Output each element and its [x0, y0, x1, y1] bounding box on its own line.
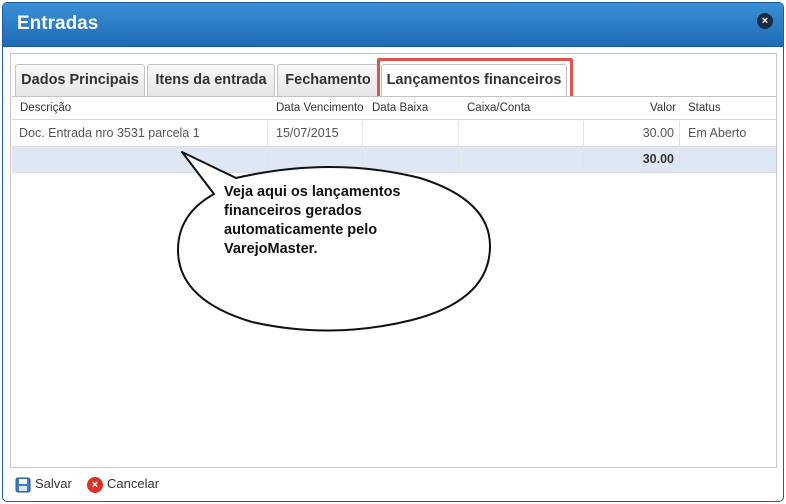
column-header-valor[interactable]: Valor [592, 97, 676, 119]
window-title: Entradas [17, 13, 99, 34]
grid-header: Descrição Data Vencimento Data Baixa Cai… [12, 96, 776, 120]
save-label: Salvar [35, 476, 72, 491]
cell-valor: 30.00 [584, 121, 680, 146]
cell-status: Em Aberto [688, 126, 747, 140]
cell-caixa [459, 121, 584, 146]
column-header-data-vencimento[interactable]: Data Vencimento [276, 97, 368, 119]
tab-fechamento[interactable]: Fechamento [277, 64, 379, 96]
window-titlebar: Entradas × [3, 3, 783, 47]
close-icon[interactable]: × [757, 13, 773, 29]
table-row[interactable]: Doc. Entrada nro 3531 parcela 1 15/07/20… [12, 121, 776, 147]
column-header-status[interactable]: Status [688, 97, 768, 119]
cancel-icon: × [87, 476, 103, 493]
tab-strip: Dados Principais Itens da entrada Fecham… [11, 58, 776, 100]
cancel-button[interactable]: × Cancelar [87, 473, 159, 495]
total-valor: 30.00 [584, 147, 680, 172]
tab-itens-da-entrada[interactable]: Itens da entrada [147, 64, 275, 96]
cancel-label: Cancelar [107, 476, 160, 491]
cell-descricao: Doc. Entrada nro 3531 parcela 1 [12, 121, 268, 146]
cell-baixa [363, 121, 459, 146]
save-button[interactable]: Salvar [15, 473, 72, 495]
callout-text: Veja aqui os lançamentos financeiros ger… [224, 184, 401, 257]
floppy-disk-icon [15, 477, 31, 493]
content-panel: Dados Principais Itens da entrada Fecham… [10, 53, 777, 468]
cell-vencimento: 15/07/2015 [268, 121, 363, 146]
column-header-descricao[interactable]: Descrição [20, 97, 270, 119]
column-header-data-baixa[interactable]: Data Baixa [372, 97, 460, 119]
tab-dados-principais[interactable]: Dados Principais [15, 64, 145, 96]
summary-row: 30.00 [12, 147, 776, 173]
column-header-caixa-conta[interactable]: Caixa/Conta [467, 97, 587, 119]
tab-lancamentos-financeiros[interactable]: Lançamentos financeiros [381, 64, 567, 97]
